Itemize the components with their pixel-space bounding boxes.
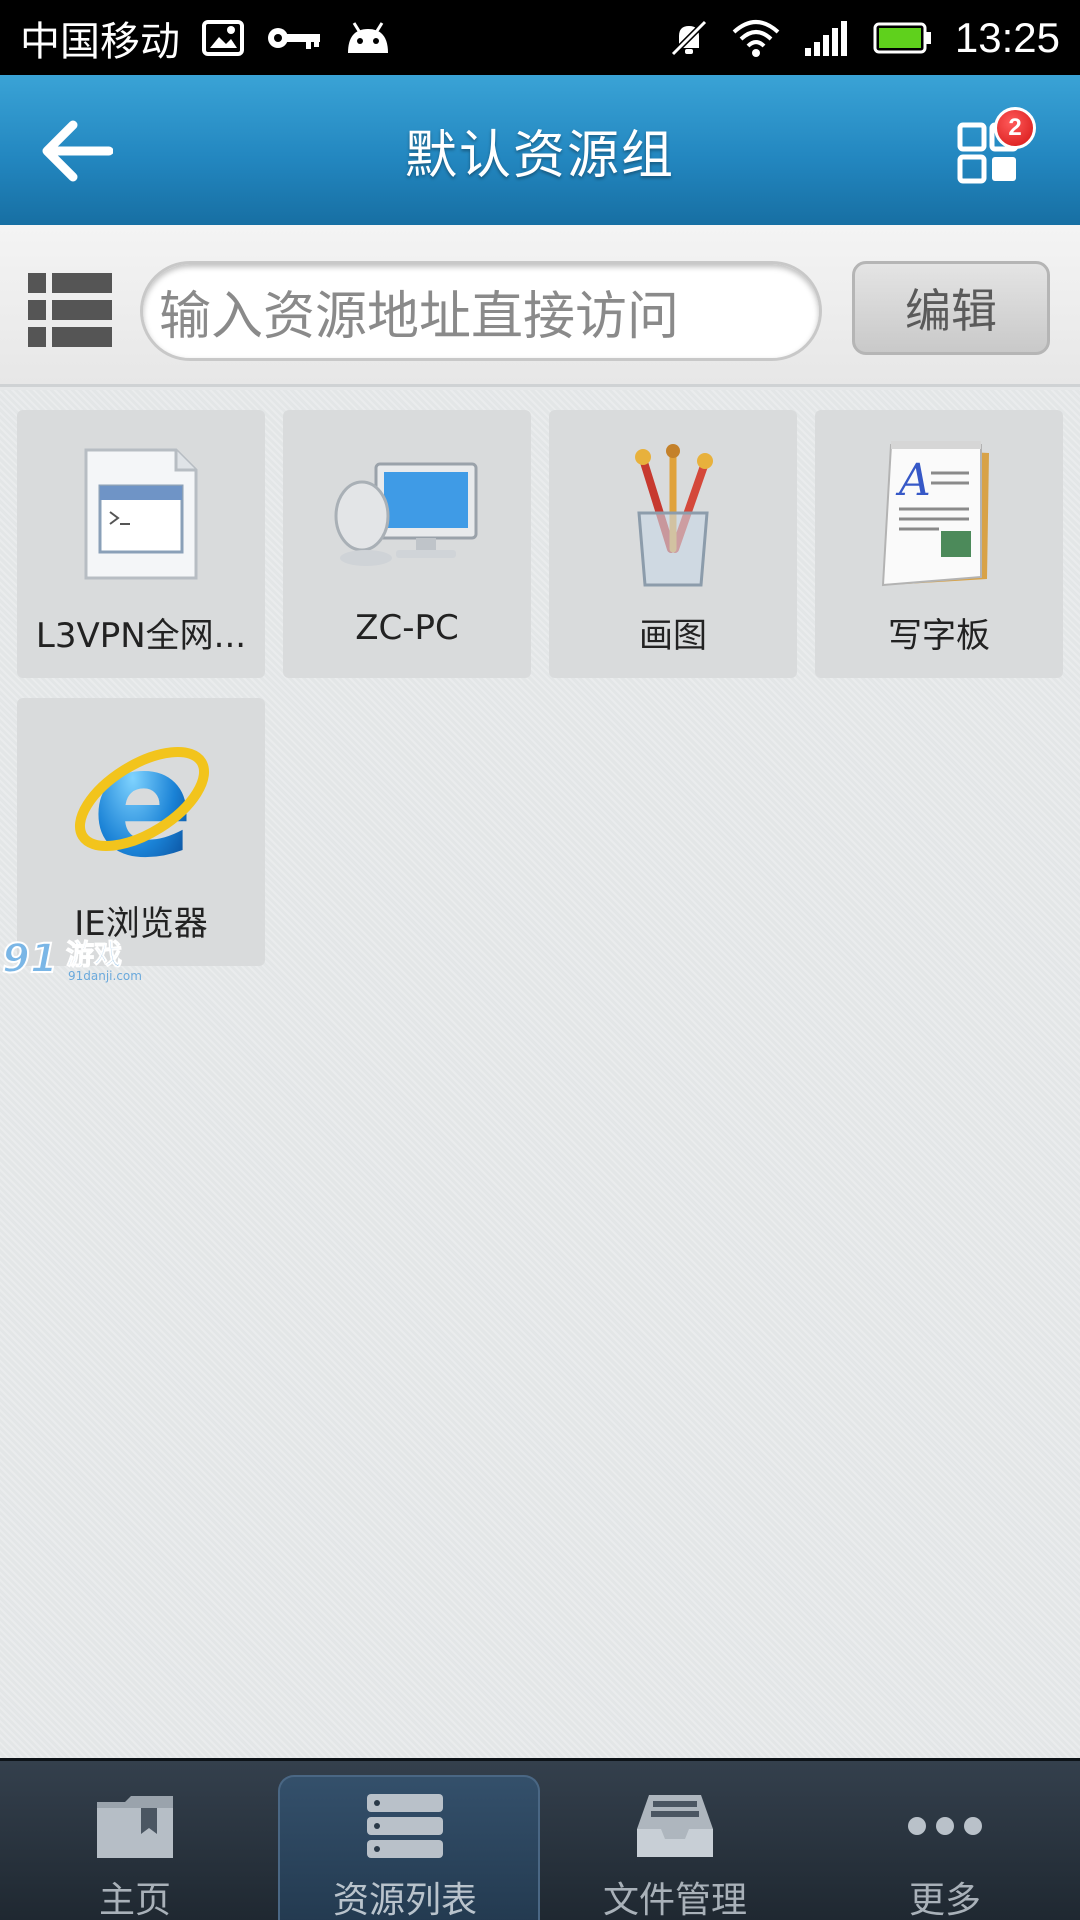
resource-tile[interactable]: 画图 <box>549 410 797 678</box>
list-view-icon <box>28 273 112 347</box>
app-switcher-button[interactable]: 2 <box>950 105 1040 195</box>
resource-tile[interactable]: e IE浏览器 <box>17 698 265 966</box>
vpn-key-icon <box>266 23 322 53</box>
resource-address-input[interactable]: 输入资源地址直接访问 <box>140 261 822 361</box>
resource-label: 写字板 <box>888 616 990 656</box>
paint-brushes-icon <box>593 434 753 594</box>
wifi-icon <box>731 18 781 58</box>
resource-grid: L3VPN全网... ZC-PC 画图 A 写字板 e IE浏览器 <box>0 390 1080 1758</box>
application-window-icon <box>61 434 221 594</box>
nav-label: 资源列表 <box>332 1880 477 1920</box>
resource-label: L3VPN全网... <box>35 616 247 656</box>
edit-button[interactable]: 编辑 <box>852 261 1050 355</box>
resource-label: 画图 <box>639 616 707 656</box>
notification-badge: 2 <box>994 107 1036 149</box>
resource-tile[interactable]: ZC-PC <box>283 410 531 678</box>
more-dots-icon <box>900 1789 990 1863</box>
resource-list-icon <box>360 1789 450 1863</box>
android-icon <box>344 21 392 55</box>
resource-label: ZC-PC <box>355 608 459 648</box>
mute-icon <box>669 18 709 58</box>
svg-text:91danji.com: 91danji.com <box>68 969 142 983</box>
carrier-name: 中国移动 <box>20 18 180 65</box>
nav-item-file-management[interactable]: 文件管理 <box>540 1761 810 1920</box>
ie-browser-icon: e <box>61 722 221 882</box>
nav-item-more[interactable]: 更多 <box>810 1761 1080 1920</box>
resource-tile[interactable]: L3VPN全网... <box>17 410 265 678</box>
battery-icon <box>873 22 933 54</box>
remote-desktop-icon <box>327 434 487 594</box>
search-toolbar: 输入资源地址直接访问 编辑 <box>0 225 1080 387</box>
page-title: 默认资源组 <box>404 125 675 186</box>
back-button[interactable] <box>36 113 116 189</box>
bottom-navigation: 主页 资源列表 文件管理 更多 <box>0 1758 1080 1920</box>
title-bar: 默认资源组 2 <box>0 75 1080 225</box>
resource-tile[interactable]: A 写字板 <box>815 410 1063 678</box>
nav-item-resource-list[interactable]: 资源列表 <box>270 1761 540 1920</box>
list-view-button[interactable] <box>28 273 112 347</box>
status-bar: 中国移动 13:25 <box>0 0 1080 75</box>
wordpad-icon: A <box>859 434 1019 594</box>
nav-label: 文件管理 <box>602 1880 747 1920</box>
clock: 13:25 <box>954 13 1060 61</box>
svg-text:91: 91 <box>2 936 58 982</box>
nav-label: 更多 <box>908 1880 981 1920</box>
image-notification-icon <box>202 19 244 56</box>
watermark-logo: 91 游戏 91danji.com <box>1 932 142 988</box>
signal-icon <box>803 20 851 56</box>
svg-text:A: A <box>895 455 931 506</box>
nav-label: 主页 <box>98 1880 171 1920</box>
back-arrow-icon <box>42 120 113 182</box>
file-tray-icon <box>630 1789 720 1863</box>
nav-item-home[interactable]: 主页 <box>0 1761 270 1920</box>
home-folder-icon <box>90 1789 180 1863</box>
svg-text:游戏: 游戏 <box>66 938 122 971</box>
